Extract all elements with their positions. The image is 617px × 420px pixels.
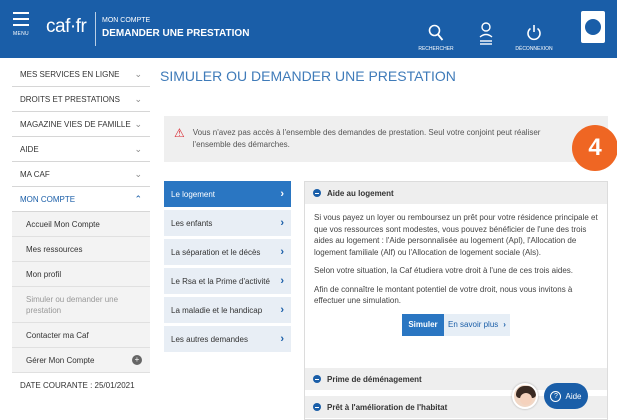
sidebar-subitem-label: Mes ressources (26, 244, 83, 254)
power-icon (527, 25, 541, 41)
chevron-down-icon: ⌄ (134, 143, 142, 154)
learn-more-label: En savoir plus (448, 319, 499, 329)
logout-button[interactable]: DÉCONNEXION (514, 8, 554, 52)
help-label: Aide (565, 391, 582, 401)
chevron-right-icon: › (280, 275, 284, 287)
sidebar-item-label: DROITS ET PRESTATIONS (20, 94, 121, 104)
tab-logement[interactable]: Le logement › (164, 181, 291, 207)
tab-rsa[interactable]: Le Rsa et la Prime d'activité › (164, 268, 291, 294)
top-header: MENU caf·fr MON COMPTE DEMANDER UNE PRES… (0, 0, 617, 58)
sidebar-item-ma-caf[interactable]: MA CAF ⌄ (12, 162, 150, 187)
sidebar-item-label: MA CAF (20, 169, 50, 179)
search-icon (428, 24, 444, 41)
sidebar-subitem-gerer[interactable]: Gérer Mon Compte + (12, 348, 150, 373)
chevron-down-icon: ⌄ (134, 118, 142, 129)
help-widget: ? Aide (512, 383, 588, 409)
accordion-heading: Prêt à l'amélioration de l'habitat (327, 402, 448, 412)
chevron-right-icon: › (280, 333, 284, 345)
user-icon (479, 22, 493, 45)
tab-label: Les autres demandes (171, 334, 248, 344)
assistant-avatar[interactable] (512, 383, 538, 409)
tab-autres[interactable]: Les autres demandes › (164, 326, 291, 352)
header-title: DEMANDER UNE PRESTATION (102, 28, 250, 39)
plus-circle-icon (313, 375, 321, 383)
sidebar-subitem-profil[interactable]: Mon profil (12, 262, 150, 287)
sidebar-subitem-contacter[interactable]: Contacter ma Caf (12, 323, 150, 348)
menu-label: MENU (13, 31, 29, 37)
tab-separation[interactable]: La séparation et le décès › (164, 239, 291, 265)
chevron-right-icon: › (503, 319, 506, 329)
access-alert: ⚠ Vous n'avez pas accès à l'ensemble des… (164, 116, 608, 162)
chevron-up-icon: ⌃ (134, 193, 142, 204)
sidebar-item-label: MON COMPTE (20, 194, 76, 204)
sidebar-item-label: MES SERVICES EN LIGNE (20, 69, 120, 79)
sidebar-item-magazine[interactable]: MAGAZINE VIES DE FAMILLE ⌄ (12, 112, 150, 137)
header-supertitle: MON COMPTE (102, 17, 151, 24)
prestation-tabs: Le logement › Les enfants › La séparatio… (164, 181, 291, 355)
sidebar-subitem-label: Simuler ou demander une prestation (26, 294, 119, 315)
question-icon: ? (550, 390, 562, 402)
sidebar-subitem-ressources[interactable]: Mes ressources (12, 237, 150, 262)
alert-text: Vous n'avez pas accès à l'ensemble des d… (192, 128, 541, 149)
panel-paragraph: Selon votre situation, la Caf étudiera v… (314, 266, 574, 275)
step-badge: 4 (572, 125, 617, 171)
tab-label: Le Rsa et la Prime d'activité (171, 276, 270, 286)
sidebar-subitem-accueil[interactable]: Accueil Mon Compte (12, 212, 150, 237)
header-divider (95, 12, 96, 46)
accordion-heading: Prime de déménagement (327, 374, 422, 384)
plus-circle-icon (313, 403, 321, 411)
simulate-button[interactable]: Simuler (402, 313, 444, 336)
menu-button[interactable]: MENU (8, 10, 34, 50)
help-button[interactable]: ? Aide (544, 383, 588, 409)
sidebar-subitem-label: Gérer Mon Compte (26, 355, 95, 365)
chevron-down-icon: ⌄ (134, 68, 142, 79)
sidebar-item-label: MAGAZINE VIES DE FAMILLE (20, 119, 131, 129)
accordion-heading: Aide au logement (327, 188, 394, 198)
minus-circle-icon (313, 189, 321, 197)
panel-paragraph: Si vous payez un loyer ou remboursez un … (314, 213, 598, 257)
chevron-right-icon: › (280, 304, 284, 316)
sidebar-item-mon-compte[interactable]: MON COMPTE ⌃ (12, 187, 150, 212)
logout-label: DÉCONNEXION (515, 46, 553, 52)
page-title: SIMULER OU DEMANDER UNE PRESTATION (160, 68, 456, 84)
sidebar-item-services[interactable]: MES SERVICES EN LIGNE ⌄ (12, 62, 150, 87)
hamburger-icon (13, 12, 29, 14)
sidebar-subitem-simuler[interactable]: Simuler ou demander une prestation (12, 287, 150, 323)
sidebar-subitem-label: Contacter ma Caf (26, 330, 89, 340)
government-logo (581, 11, 605, 43)
learn-more-button[interactable]: En savoir plus › (444, 313, 510, 336)
sidebar-subitem-label: Accueil Mon Compte (26, 219, 100, 229)
warning-icon: ⚠ (174, 126, 185, 140)
user-account-button[interactable] (474, 8, 498, 52)
tab-label: La maladie et le handicap (171, 305, 263, 315)
tab-label: Le logement (171, 189, 216, 199)
panel-paragraph: Afin de connaître le montant potentiel d… (314, 284, 573, 306)
sidebar-item-aide[interactable]: AIDE ⌄ (12, 137, 150, 162)
search-button[interactable]: RECHERCHER (418, 8, 454, 52)
chevron-right-icon: › (280, 217, 284, 229)
caf-logo[interactable]: caf·fr (46, 16, 87, 38)
plus-icon: + (132, 355, 142, 365)
sidebar-nav: MES SERVICES EN LIGNE ⌄ DROITS ET PRESTA… (12, 62, 150, 414)
chevron-right-icon: › (280, 246, 284, 258)
tab-label: La séparation et le décès (171, 247, 261, 257)
chevron-down-icon: ⌄ (134, 168, 142, 179)
tab-enfants[interactable]: Les enfants › (164, 210, 291, 236)
sidebar-subitem-label: Mon profil (26, 269, 62, 279)
chevron-right-icon: › (280, 188, 284, 200)
chevron-down-icon: ⌄ (134, 93, 142, 104)
sidebar-item-droits[interactable]: DROITS ET PRESTATIONS ⌄ (12, 87, 150, 112)
marianne-icon (585, 19, 601, 35)
tab-label: Les enfants (171, 218, 213, 228)
accordion-aide-logement[interactable]: Aide au logement (305, 182, 607, 204)
accordion-content: Si vous payez un loyer ou remboursez un … (305, 204, 607, 344)
panel-actions: Simuler En savoir plus › (314, 313, 598, 336)
current-date: DATE COURANTE : 25/01/2021 (20, 381, 135, 390)
tab-maladie[interactable]: La maladie et le handicap › (164, 297, 291, 323)
search-label: RECHERCHER (418, 46, 454, 52)
sidebar-item-label: AIDE (20, 144, 39, 154)
